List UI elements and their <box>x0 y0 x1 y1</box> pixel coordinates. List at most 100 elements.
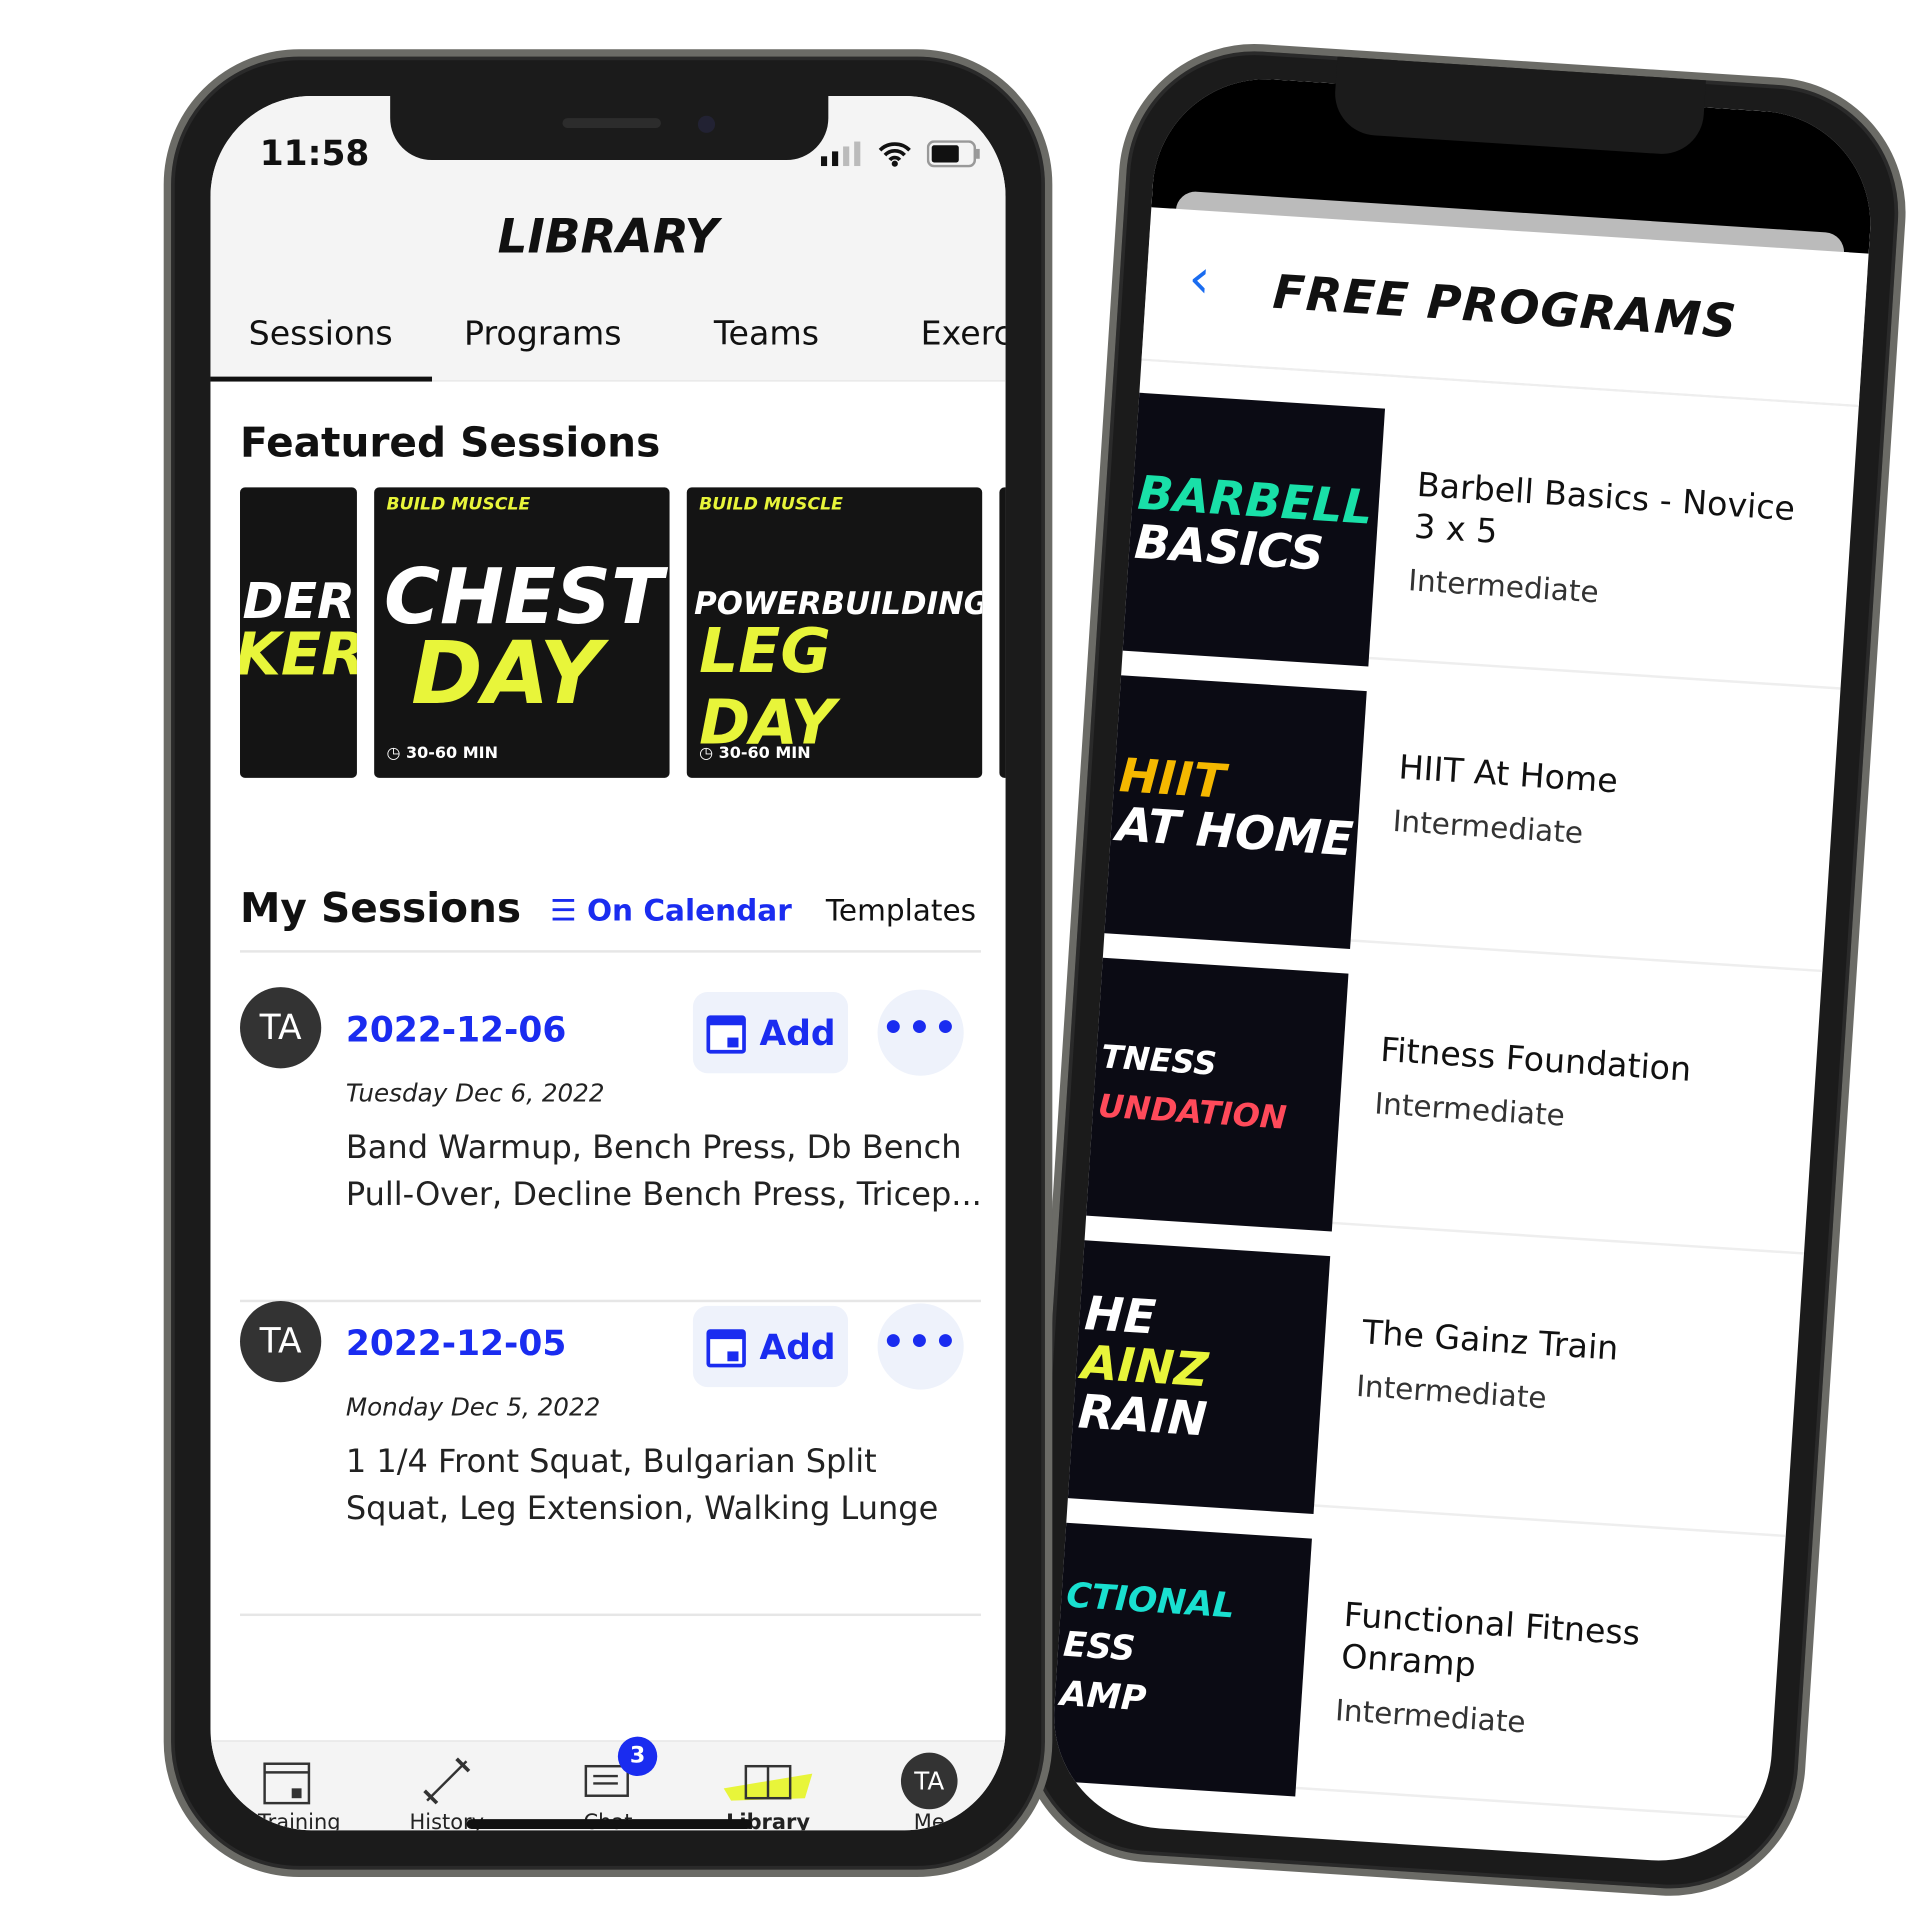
featured-card[interactable]: DER KER <box>240 487 357 778</box>
session-date[interactable]: 2022-12-05 <box>346 1323 566 1364</box>
card-duration: ◷ 30-60 MIN <box>699 745 811 763</box>
battery-icon <box>926 140 980 168</box>
screen: 11:58 LIBRARY Sessions Programs Teams Ex… <box>210 96 1006 1831</box>
add-label: Add <box>759 1012 836 1053</box>
chat-icon: 3 <box>534 1736 682 1810</box>
tab-programs[interactable]: Programs <box>464 315 622 353</box>
home-indicator <box>466 1819 753 1829</box>
templates-tab[interactable]: Templates <box>826 894 976 928</box>
thumb-text: ESS <box>1062 1623 1137 1669</box>
program-thumbnail: CTIONAL ESS AMP <box>1046 1521 1312 1797</box>
program-level: Intermediate <box>1407 563 1600 610</box>
session-exercises: 1 1/4 Front Squat, Bulgarian Split Squat… <box>345 1443 939 1528</box>
nav-label: Me <box>913 1810 945 1831</box>
session-day: Monday Dec 5, 2022 <box>345 1392 601 1422</box>
my-sessions-title: My Sessions <box>240 883 522 932</box>
thumb-text: CTIONAL <box>1065 1574 1236 1627</box>
program-name: Functional Fitness Onramp <box>1340 1596 1642 1685</box>
featured-title: Featured Sessions <box>240 418 661 467</box>
featured-card[interactable] <box>999 487 1006 778</box>
avatar: TA <box>900 1752 958 1810</box>
wifi-icon <box>878 142 911 167</box>
thumb-text: UNDATION <box>1096 1088 1288 1138</box>
status-icons <box>820 140 981 168</box>
filter-label: On Calendar <box>586 893 792 929</box>
tab-teams[interactable]: Teams <box>714 315 819 353</box>
card-duration: ◷ 30-60 MIN <box>386 745 498 763</box>
bottom-nav: ● Training History 3 Chat Library TA Me <box>210 1736 1006 1831</box>
nav-me[interactable]: TA Me <box>855 1751 1003 1830</box>
screen: ‹ FREE PROGRAMS BARBELL BASICS Barbell Ba… <box>1046 72 1878 1868</box>
tab-exercises[interactable]: Exerc <box>921 315 1006 353</box>
clock-icon: ◷ <box>699 744 719 764</box>
book-icon <box>694 1751 842 1810</box>
session-exercises: Band Warmup, Bench Press, Db Bench Pull-… <box>345 1129 982 1214</box>
program-name: Barbell Basics - Novice 3 x 5 <box>1413 466 1797 552</box>
avatar: TA <box>240 987 322 1069</box>
tab-bar: Sessions Programs Teams Exerc <box>210 305 1006 382</box>
program-name: HIIT At Home <box>1397 748 1619 802</box>
program-item[interactable]: TNESS UNDATION Fitness Foundation Interme… <box>1073 925 1823 1255</box>
duration-text: 30-60 MIN <box>406 744 499 764</box>
thumb-text: AT HOME <box>1114 797 1355 867</box>
program-level: Intermediate <box>1373 1086 1566 1134</box>
tab-sessions[interactable]: Sessions <box>249 315 393 353</box>
program-level: Intermediate <box>1355 1368 1548 1416</box>
thumb-text: RAIN <box>1076 1384 1209 1447</box>
add-label: Add <box>759 1326 836 1367</box>
program-thumbnail: HE AINZ RAIN <box>1055 1239 1331 1515</box>
card-subtitle: KER <box>240 620 357 690</box>
page-title: LIBRARY <box>497 209 719 264</box>
more-options-button[interactable]: ••• <box>877 989 964 1076</box>
featured-card-leg-day[interactable]: BUILD MUSCLE POWERBUILDING LEG DAY ◷ 30-… <box>686 487 983 778</box>
program-item[interactable]: HIIT AT HOME HIIT At Home Intermediate <box>1092 643 1841 973</box>
thumb-text: HE <box>1083 1285 1158 1345</box>
thumb-text: TNESS <box>1100 1039 1218 1084</box>
filter-icon: ☰ <box>550 893 577 929</box>
program-item[interactable]: HE AINZ RAIN The Gainz Train Intermediate <box>1055 1208 1804 1538</box>
clock-icon: ◷ <box>386 744 407 764</box>
active-dot: ● <box>233 1810 252 1831</box>
add-to-calendar-button[interactable]: Add <box>692 1305 849 1388</box>
program-level: Intermediate <box>1334 1693 1527 1740</box>
on-calendar-filter[interactable]: ☰ On Calendar <box>550 894 792 928</box>
phone-library: 11:58 LIBRARY Sessions Programs Teams Ex… <box>163 49 1053 1877</box>
session-date[interactable]: 2022-12-06 <box>346 1009 566 1050</box>
program-thumbnail: BARBELL BASICS <box>1110 391 1386 667</box>
session-row[interactable]: TA 2022-12-05 Add ••• Monday Dec 5, 2022… <box>240 1300 981 1617</box>
nav-training[interactable]: ● Training <box>213 1751 361 1830</box>
add-to-calendar-button[interactable]: Add <box>692 992 849 1074</box>
program-name: Fitness Foundation <box>1379 1031 1693 1090</box>
thumb-text: AMP <box>1058 1672 1148 1719</box>
program-level: Intermediate <box>1391 803 1585 851</box>
page-title: FREE PROGRAMS <box>1271 264 1739 349</box>
duration-text: 30-60 MIN <box>718 744 811 764</box>
calendar-icon <box>706 1015 746 1054</box>
session-row[interactable]: TA 2022-12-06 Add ••• Tuesday Dec 6, 202… <box>240 987 982 1303</box>
card-subtitle: LEG DAY <box>699 615 836 759</box>
program-item[interactable]: CTIONAL ESS AMP Functional Fitness Onramp … <box>1046 1490 1786 1820</box>
signal-icon <box>820 141 861 167</box>
card-subtitle: DAY <box>411 622 602 724</box>
calendar-icon <box>213 1751 361 1810</box>
phone-free-programs: ‹ FREE PROGRAMS BARBELL BASICS Barbell Ba… <box>1010 35 1915 1905</box>
calendar-icon <box>706 1329 746 1368</box>
dumbbell-icon <box>373 1751 521 1810</box>
program-thumbnail: TNESS UNDATION <box>1073 956 1349 1232</box>
notch <box>390 96 829 161</box>
program-thumbnail: HIIT AT HOME <box>1092 674 1367 950</box>
program-item[interactable]: BARBELL BASICS Barbell Basics - Novice 3 … <box>1110 360 1859 690</box>
camera <box>697 115 716 133</box>
divider <box>240 950 981 953</box>
card-tag: BUILD MUSCLE <box>699 494 843 515</box>
avatar: TA <box>240 1300 322 1383</box>
chat-badge: 3 <box>617 1736 658 1777</box>
card-tag: BUILD MUSCLE <box>386 494 531 515</box>
more-options-button[interactable]: ••• <box>877 1303 964 1390</box>
status-time: 11:58 <box>259 132 370 174</box>
thumb-text: BASICS <box>1132 514 1326 581</box>
session-day: Tuesday Dec 6, 2022 <box>345 1078 605 1108</box>
nav-label: Training <box>257 1810 341 1831</box>
featured-card-chest-day[interactable]: BUILD MUSCLE CHEST DAY ◷ 30-60 MIN <box>374 487 670 778</box>
thumb-text: HIIT <box>1117 748 1227 809</box>
